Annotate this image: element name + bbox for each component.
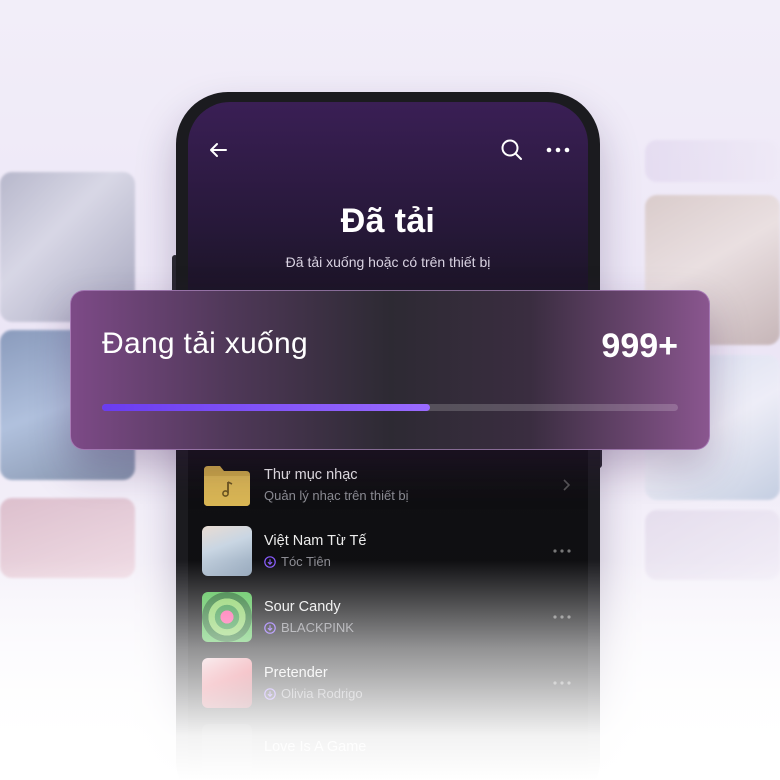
song-artist: Tóc Tiên — [281, 554, 331, 569]
search-button[interactable] — [498, 136, 526, 164]
more-options-button[interactable] — [542, 136, 574, 164]
folder-subtitle: Quản lý nhạc trên thiết bị — [264, 488, 409, 503]
album-art — [202, 592, 252, 642]
chevron-right-icon — [563, 479, 571, 491]
back-button[interactable] — [204, 136, 232, 164]
song-artist: Olivia Rodrigo — [281, 686, 363, 701]
folder-title: Thư mục nhạc — [264, 467, 358, 483]
song-row[interactable]: Sour Candy BLACKPINK — [202, 584, 574, 650]
song-title: Love Is A Game — [264, 738, 367, 755]
download-progress-fill — [102, 404, 431, 411]
more-horizontal-icon[interactable] — [550, 607, 574, 627]
music-folder-icon — [202, 460, 252, 510]
song-artist: BLACKPINK — [281, 620, 354, 635]
downloaded-list: Thư mục nhạc Quản lý nhạc trên thiết bị … — [202, 452, 574, 780]
song-title: Việt Nam Từ Tế — [264, 533, 367, 549]
music-folder-row[interactable]: Thư mục nhạc Quản lý nhạc trên thiết bị — [202, 452, 574, 518]
download-progress-bar — [102, 404, 678, 411]
more-horizontal-icon[interactable] — [550, 673, 574, 693]
top-bar — [188, 136, 588, 166]
arrow-left-icon — [210, 143, 227, 157]
search-icon — [501, 139, 522, 160]
download-circle-icon — [264, 621, 276, 634]
album-art — [202, 658, 252, 708]
album-art — [202, 724, 252, 774]
song-title: Sour Candy — [264, 599, 341, 615]
song-row[interactable]: Pretender Olivia Rodrigo — [202, 650, 574, 716]
download-progress-card: Đang tải xuống 999+ — [70, 290, 710, 450]
background-album-tile — [645, 140, 780, 182]
background-album-tile — [645, 510, 780, 580]
download-count: 999+ — [601, 327, 678, 365]
song-title: Pretender — [264, 665, 328, 681]
more-horizontal-icon — [546, 147, 570, 153]
page-title: Đã tải — [340, 202, 436, 240]
background-album-tile — [0, 498, 135, 578]
album-art — [202, 526, 252, 576]
more-horizontal-icon[interactable] — [550, 541, 574, 561]
downloading-label: Đang tải xuống — [102, 327, 309, 360]
download-circle-icon — [264, 687, 276, 700]
page-subtitle: Đã tải xuống hoặc có trên thiết bị — [285, 254, 491, 270]
song-row[interactable]: Việt Nam Từ Tế Tóc Tiên — [202, 518, 574, 584]
song-row[interactable]: Love Is A Game — [202, 716, 574, 780]
download-circle-icon — [264, 555, 276, 568]
